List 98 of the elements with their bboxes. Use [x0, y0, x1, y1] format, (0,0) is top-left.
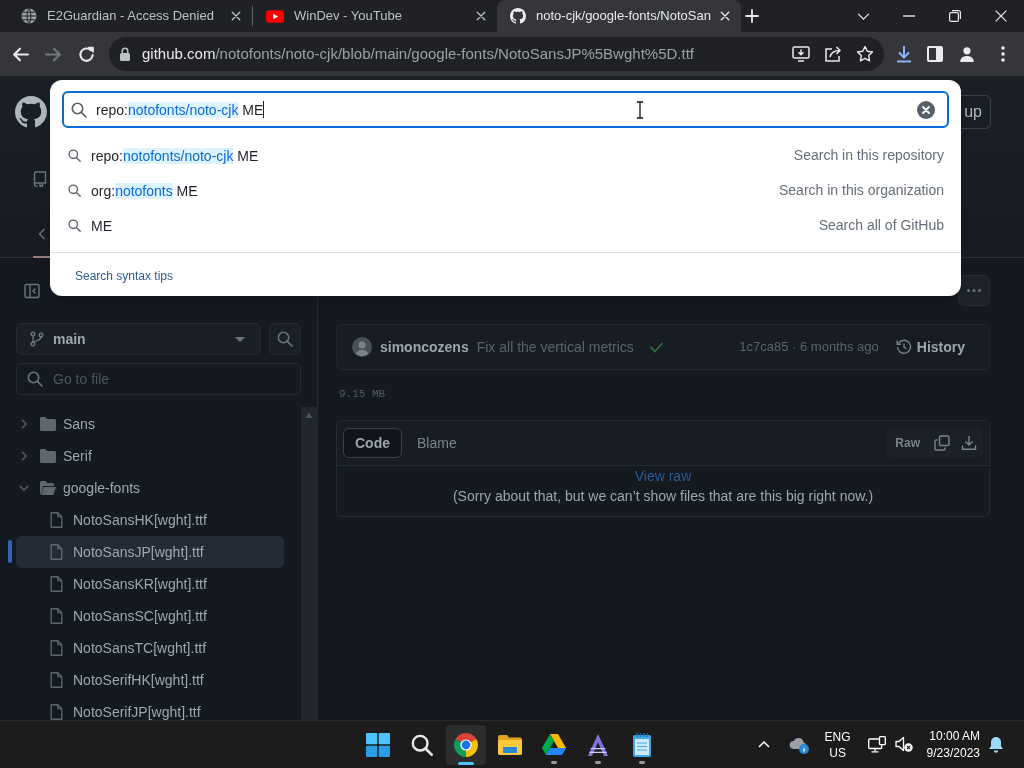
github-logo-icon[interactable] [15, 96, 47, 128]
browser-tab[interactable]: noto-cjk/google-fonts/NotoSan [497, 0, 741, 32]
notepad-icon [632, 732, 652, 757]
file-icon [50, 608, 63, 624]
drive-logo-icon [542, 734, 566, 755]
search-icon [68, 149, 81, 162]
commit-info: 1c7ca85 · 6 months ago [739, 338, 879, 357]
address-bar[interactable]: github.com/notofonts/noto-cjk/blob/main/google-fonts/NotoSansJP%5Bwght%5D.ttf [109, 37, 884, 71]
folder-icon [40, 449, 56, 463]
share-icon[interactable] [824, 46, 842, 62]
globe-icon [21, 8, 37, 24]
suggestion-scope: Search in this repository [793, 146, 944, 165]
tree-item[interactable]: NotoSerifJP[wght].ttf [16, 696, 284, 728]
folder-open-icon [40, 481, 56, 495]
branch-icon [30, 331, 44, 347]
close-icon[interactable] [476, 11, 486, 21]
restore-icon[interactable] [949, 10, 961, 22]
tree-item[interactable]: google-fonts [16, 472, 284, 504]
side-panel-icon[interactable] [927, 46, 943, 62]
star-icon[interactable] [856, 45, 874, 63]
avatar-icon [352, 337, 372, 357]
search-icon [277, 331, 294, 347]
cloud-info-icon[interactable] [788, 735, 809, 754]
suggestion-scope: Search in this organization [779, 181, 944, 200]
search-icon [27, 371, 43, 387]
file-icon [50, 576, 63, 592]
search-field[interactable]: repo:notofonts/noto-cjk ME [62, 91, 949, 128]
network-icon[interactable] [867, 736, 886, 753]
clock-time[interactable]: 10:00 AM [929, 727, 980, 745]
tree-item[interactable]: Serif [16, 440, 284, 472]
new-tab-icon[interactable] [745, 9, 759, 23]
branch-button[interactable]: main [16, 323, 262, 355]
chevron-right-icon[interactable] [21, 419, 27, 429]
file-icon [50, 544, 63, 560]
windows-logo-icon [366, 732, 390, 757]
search-button[interactable] [269, 323, 301, 355]
file-icon [50, 704, 63, 720]
selection-marker [8, 540, 12, 563]
tree-item[interactable]: NotoSansTC[wght].ttf [16, 632, 284, 664]
chevron-left-icon[interactable] [38, 227, 46, 240]
volume-muted-icon[interactable] [894, 736, 913, 753]
chevron-right-icon[interactable] [21, 451, 27, 461]
input-region[interactable]: US [829, 744, 846, 761]
menu-icon[interactable] [1001, 46, 1005, 62]
file-size: 9.15 MB [339, 387, 386, 402]
search-icon [68, 219, 81, 232]
file-icon [50, 512, 63, 528]
file-filter-field[interactable]: Go to file [16, 363, 301, 395]
copy-icon[interactable] [934, 435, 950, 451]
notice-text: (Sorry about that, but we can’t show files that are this big right now.) [452, 487, 874, 506]
tree-item[interactable]: NotoSansKR[wght].ttf [16, 568, 284, 600]
tree-item[interactable]: NotoSansSC[wght].ttf [16, 600, 284, 632]
search-suggestion[interactable]: org:notofonts ME [91, 181, 198, 200]
search-icon [411, 733, 433, 756]
more-dots-icon [967, 289, 981, 292]
syntax-tips-link[interactable]: Search syntax tips [75, 267, 174, 285]
suggestion-scope: Search all of GitHub [818, 216, 944, 235]
folder-icon [498, 734, 522, 755]
reload-icon[interactable] [78, 45, 95, 63]
search-suggestion[interactable]: ME [91, 216, 112, 235]
bell-icon[interactable] [988, 735, 1004, 754]
download-icon[interactable] [896, 45, 912, 63]
back-arrow-icon[interactable] [12, 45, 29, 63]
file-icon [50, 672, 63, 688]
clock-date[interactable]: 9/23/2023 [926, 744, 980, 762]
more-options-button[interactable] [958, 275, 990, 306]
chevron-up-icon[interactable] [757, 741, 770, 748]
chrome-logo-icon [454, 732, 478, 757]
install-icon[interactable] [792, 46, 810, 62]
repo-icon[interactable] [32, 171, 48, 187]
text-cursor-icon [636, 101, 644, 119]
download-icon[interactable] [961, 435, 977, 451]
close-icon[interactable] [231, 11, 241, 21]
clear-icon[interactable] [917, 100, 935, 119]
tab-underline [33, 256, 51, 258]
caret-down-icon [235, 336, 246, 342]
browser-tab[interactable]: E2Guardian - Access Denied [8, 0, 252, 32]
view-tab[interactable]: Blame [406, 428, 468, 458]
view-tab[interactable]: Code [343, 428, 402, 458]
browser-tab[interactable]: WinDev - YouTube [253, 0, 497, 32]
taskbar-button[interactable] [446, 724, 486, 765]
folder-icon [40, 417, 56, 431]
tree-item[interactable]: NotoSansHK[wght].ttf [16, 504, 284, 536]
input-language[interactable]: ENG [824, 728, 851, 745]
history-icon [895, 339, 912, 355]
tree-item[interactable]: Sans [16, 408, 284, 440]
lock-icon [119, 47, 131, 61]
youtube-logo-icon [266, 9, 284, 23]
file-icon [50, 640, 63, 656]
search-icon [68, 184, 81, 197]
author-link[interactable]: simoncozens [380, 336, 469, 358]
github-logo-icon [510, 8, 526, 24]
letter-a-logo-icon [587, 732, 609, 757]
sidebar-toggle-icon[interactable] [24, 283, 40, 299]
search-icon [71, 101, 87, 118]
person-icon[interactable] [959, 46, 975, 62]
tree-item[interactable]: NotoSerifHK[wght].ttf [16, 664, 284, 696]
history-link[interactable]: History [895, 336, 965, 358]
